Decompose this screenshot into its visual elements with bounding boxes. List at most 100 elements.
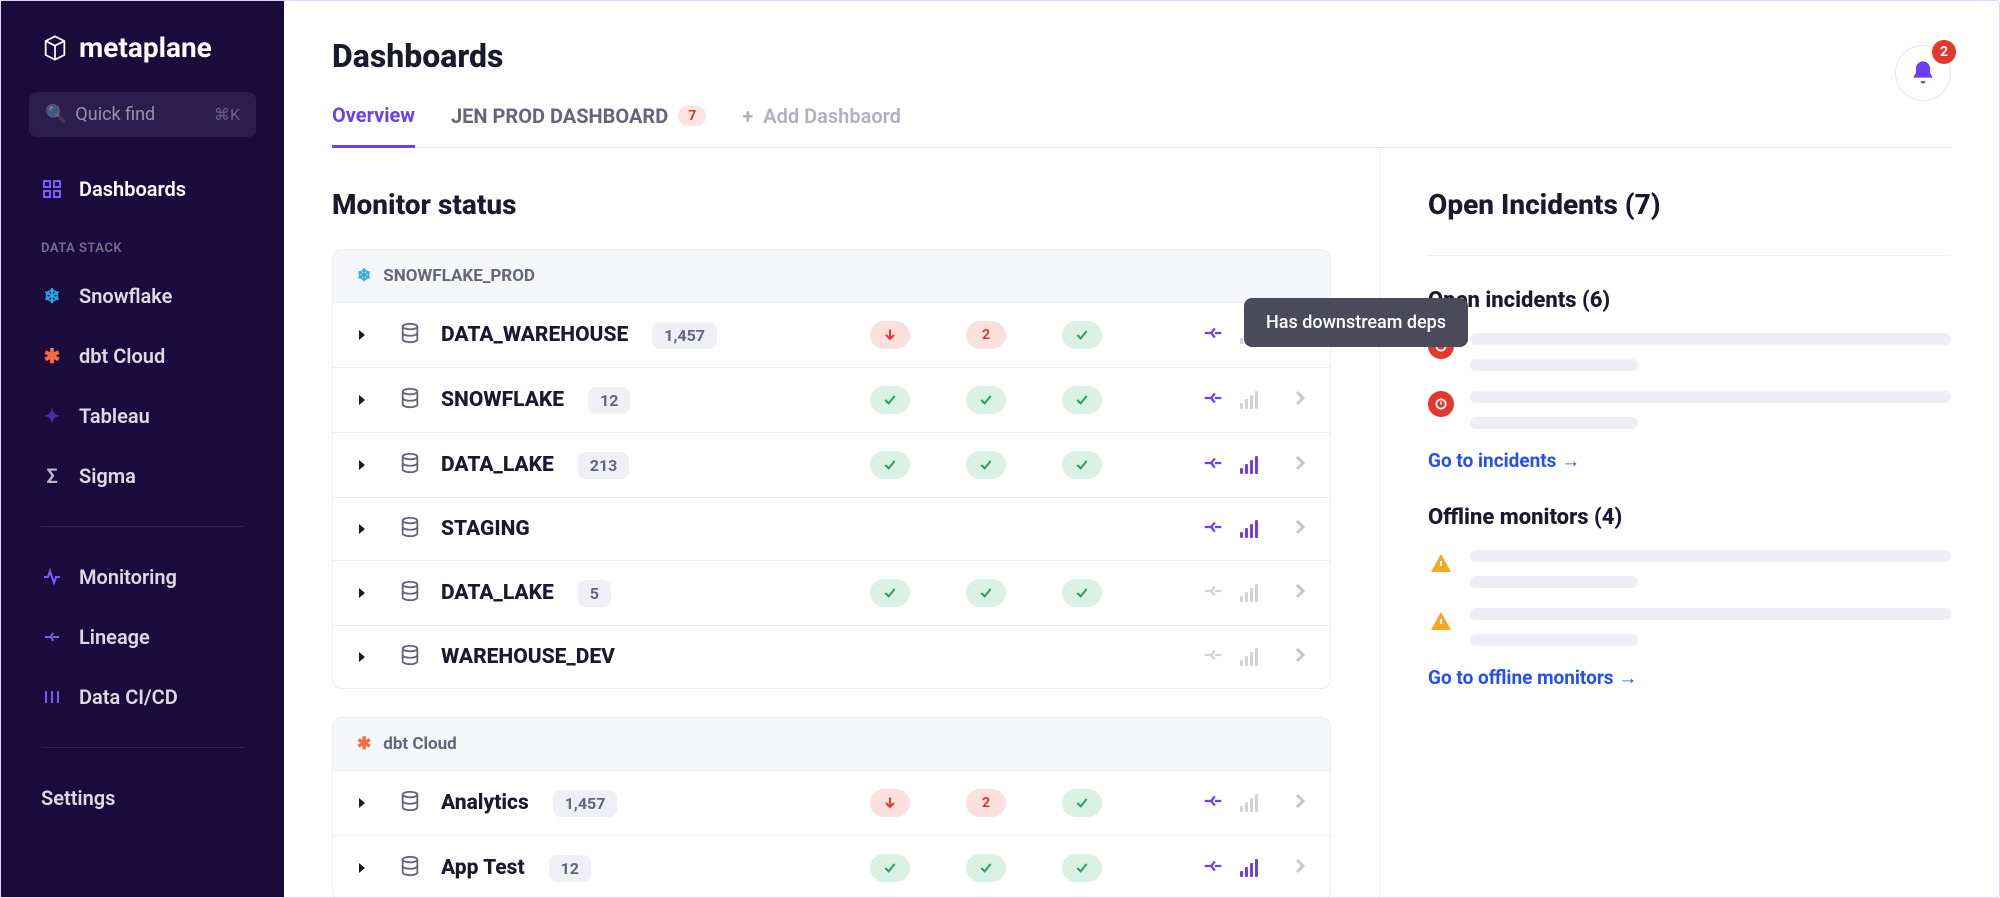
sidebar-item-cicd[interactable]: Data CI/CD xyxy=(1,671,284,723)
downstream-deps-icon[interactable] xyxy=(1202,644,1224,670)
status-cells xyxy=(806,451,1306,479)
monitor-row[interactable]: Analytics 1,457 2 xyxy=(333,770,1330,835)
status-ok-icon xyxy=(966,854,1006,882)
sidebar-section-data-stack: DATA STACK xyxy=(1,223,284,262)
activity-bars-icon xyxy=(1240,794,1258,812)
logo-icon xyxy=(41,34,69,62)
sidebar-item-tableau[interactable]: ✦ Tableau xyxy=(1,390,284,442)
brand-logo: metaplane xyxy=(1,31,284,84)
dbt-icon: ✱ xyxy=(41,345,63,367)
status-ok-icon xyxy=(966,451,1006,479)
lineage-icon xyxy=(41,626,63,648)
monitor-row[interactable]: App Test 12 xyxy=(333,835,1330,897)
downstream-deps-icon[interactable] xyxy=(1202,855,1224,881)
sidebar-item-sigma[interactable]: Σ Sigma xyxy=(1,450,284,502)
sidebar-item-monitoring[interactable]: Monitoring xyxy=(1,551,284,603)
row-name: STAGING xyxy=(441,517,530,541)
expand-caret-icon[interactable] xyxy=(357,584,371,603)
status-ok-icon xyxy=(870,579,910,607)
downstream-deps-icon[interactable] xyxy=(1202,580,1224,606)
expand-caret-icon[interactable] xyxy=(357,456,371,475)
chevron-right-icon[interactable] xyxy=(1294,582,1306,604)
main: Dashboards Overview JEN PROD DASHBOARD 7… xyxy=(284,1,1999,897)
tab-label: Add Dashbaord xyxy=(763,104,901,128)
notifications-button[interactable]: 2 xyxy=(1895,45,1951,101)
status-ok-icon xyxy=(966,386,1006,414)
sidebar-item-dashboards[interactable]: Dashboards xyxy=(1,163,284,215)
monitor-row[interactable]: WAREHOUSE_DEV xyxy=(333,625,1330,688)
sidebar-item-dbt[interactable]: ✱ dbt Cloud xyxy=(1,330,284,382)
grid-icon xyxy=(41,178,63,200)
status-ok-icon xyxy=(1062,321,1102,349)
expand-caret-icon[interactable] xyxy=(357,326,371,345)
row-count: 213 xyxy=(578,452,630,479)
monitor-row[interactable]: DATA_LAKE 213 xyxy=(333,432,1330,497)
status-ok-icon xyxy=(870,451,910,479)
downstream-deps-icon[interactable] xyxy=(1202,452,1224,478)
snowflake-icon: ❄ xyxy=(357,266,371,286)
chevron-right-icon[interactable] xyxy=(1294,389,1306,411)
sidebar-item-snowflake[interactable]: ❄ Snowflake xyxy=(1,270,284,322)
row-count: 1,457 xyxy=(553,790,618,817)
tab-badge: 7 xyxy=(678,106,706,126)
status-cells xyxy=(806,516,1306,542)
sidebar-item-settings[interactable]: Settings xyxy=(1,772,284,824)
chevron-right-icon[interactable] xyxy=(1294,518,1306,540)
quick-find[interactable]: 🔍 Quick find ⌘K xyxy=(29,92,256,137)
snowflake-icon: ❄ xyxy=(41,285,63,307)
expand-caret-icon[interactable] xyxy=(357,391,371,410)
row-name: DATA_LAKE xyxy=(441,453,554,477)
sigma-icon: Σ xyxy=(41,465,63,487)
bell-icon xyxy=(1909,59,1937,87)
sidebar-item-label: Tableau xyxy=(79,404,150,428)
downstream-deps-icon[interactable] xyxy=(1202,516,1224,542)
error-icon xyxy=(1428,391,1454,417)
status-cells: 2 xyxy=(806,321,1306,349)
status-ok-icon xyxy=(1062,386,1102,414)
status-ok-icon xyxy=(1062,789,1102,817)
downstream-deps-icon[interactable] xyxy=(1202,387,1224,413)
row-name: App Test xyxy=(441,856,525,880)
row-count: 1,457 xyxy=(652,322,717,349)
sidebar-item-lineage[interactable]: Lineage xyxy=(1,611,284,663)
offline-monitors-subtitle: Offline monitors (4) xyxy=(1428,505,1951,530)
activity-bars-icon xyxy=(1240,520,1258,538)
expand-caret-icon[interactable] xyxy=(357,859,371,878)
sidebar-item-label: Monitoring xyxy=(79,565,177,589)
chevron-right-icon[interactable] xyxy=(1294,792,1306,814)
monitor-row[interactable]: DATA_LAKE 5 xyxy=(333,560,1330,625)
notification-badge: 2 xyxy=(1932,40,1956,64)
link-label: Go to offline monitors → xyxy=(1428,666,1637,690)
expand-caret-icon[interactable] xyxy=(357,648,371,667)
downstream-deps-icon[interactable] xyxy=(1202,790,1224,816)
row-name: DATA_WAREHOUSE xyxy=(441,323,628,347)
chevron-right-icon[interactable] xyxy=(1294,454,1306,476)
go-to-incidents-link[interactable]: Go to incidents → xyxy=(1428,449,1951,473)
chevron-right-icon[interactable] xyxy=(1294,857,1306,879)
status-cells xyxy=(806,579,1306,607)
tab-jen-prod[interactable]: JEN PROD DASHBOARD 7 xyxy=(451,104,706,146)
brand-name: metaplane xyxy=(79,31,212,64)
pulse-icon xyxy=(41,566,63,588)
downstream-deps-icon[interactable] xyxy=(1202,322,1224,348)
monitor-row[interactable]: DATA_WAREHOUSE 1,457 2 xyxy=(333,302,1330,367)
row-count: 12 xyxy=(549,855,591,882)
go-to-offline-monitors-link[interactable]: Go to offline monitors → xyxy=(1428,666,1951,690)
tab-overview[interactable]: Overview xyxy=(332,103,415,148)
header: Dashboards Overview JEN PROD DASHBOARD 7… xyxy=(284,1,1999,148)
row-name: Analytics xyxy=(441,791,529,815)
expand-caret-icon[interactable] xyxy=(357,794,371,813)
monitor-status-column: Monitor status ❄SNOWFLAKE_PROD DATA_WARE… xyxy=(284,148,1379,897)
expand-caret-icon[interactable] xyxy=(357,520,371,539)
quick-find-shortcut: ⌘K xyxy=(214,105,240,124)
row-name: SNOWFLAKE xyxy=(441,388,564,412)
tab-add-dashboard[interactable]: + Add Dashbaord xyxy=(742,104,901,146)
status-error-count: 2 xyxy=(966,321,1006,349)
divider xyxy=(41,747,244,748)
group-source-name: SNOWFLAKE_PROD xyxy=(383,266,535,286)
monitor-row[interactable]: SNOWFLAKE 12 xyxy=(333,367,1330,432)
monitor-row[interactable]: STAGING xyxy=(333,497,1330,560)
database-icon xyxy=(399,855,421,881)
activity-bars-icon xyxy=(1240,391,1258,409)
chevron-right-icon[interactable] xyxy=(1294,646,1306,668)
